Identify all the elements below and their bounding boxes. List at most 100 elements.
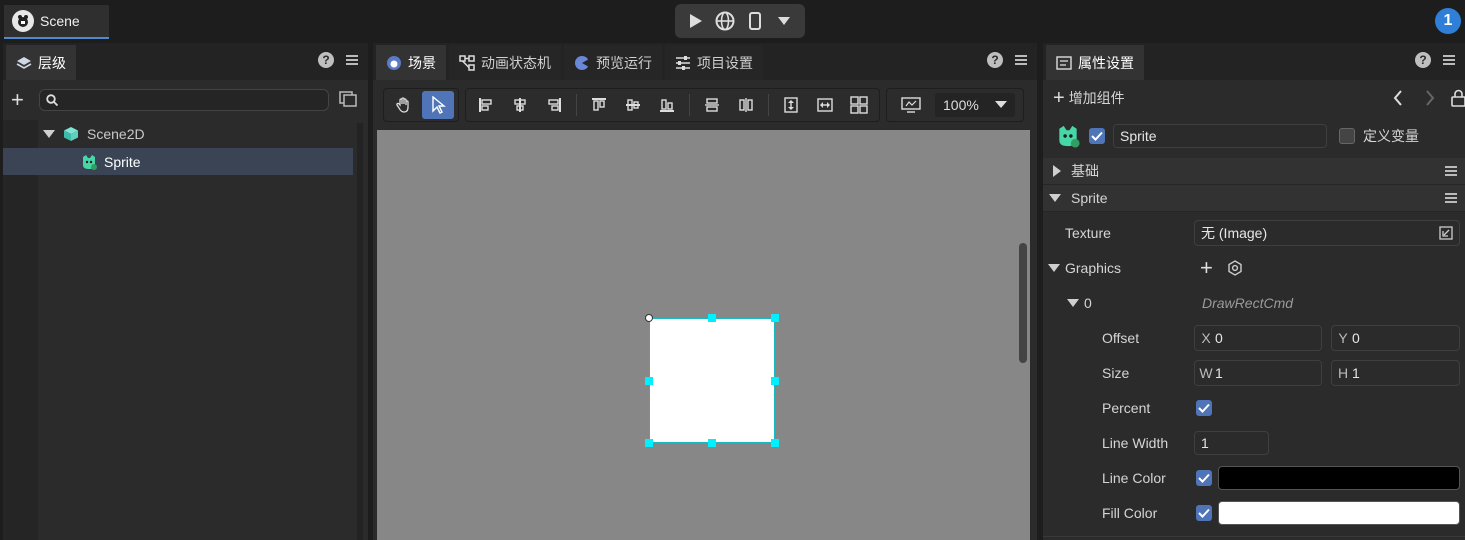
search-input[interactable] (62, 92, 312, 108)
expand-caret-icon[interactable] (43, 129, 55, 138)
align-center-v-icon[interactable] (617, 91, 649, 119)
help-icon[interactable]: ? (1415, 52, 1431, 68)
tab-label: 动画状态机 (481, 54, 551, 71)
zoom-dropdown[interactable]: 100% (935, 93, 1015, 117)
menu-icon[interactable] (346, 55, 358, 65)
resize-handle-left[interactable] (645, 377, 653, 385)
hierarchy-scrollbar[interactable] (357, 123, 363, 540)
pivot-handle[interactable] (645, 314, 653, 322)
fill-color-swatch[interactable] (1218, 500, 1460, 525)
line-color-swatch[interactable] (1218, 465, 1460, 490)
scene-tabs: 场景 动画状态机 预览运行 项目设置 ? (373, 43, 1037, 80)
line-width-row: Line Width 1 (1043, 429, 1465, 456)
grid-icon[interactable] (843, 91, 875, 119)
define-variable-checkbox[interactable] (1339, 128, 1355, 144)
tree-item-label: Sprite (104, 153, 141, 170)
node-name-input[interactable]: Sprite (1113, 124, 1327, 148)
sprite-icon (83, 154, 97, 170)
resize-handle-top[interactable] (708, 314, 716, 322)
menu-icon[interactable] (1015, 55, 1027, 65)
resize-handle-right[interactable] (771, 377, 779, 385)
collapse-caret-icon[interactable] (1048, 263, 1060, 272)
menu-icon[interactable] (1445, 166, 1457, 176)
hierarchy-search[interactable] (39, 89, 329, 111)
tab-properties[interactable]: 属性设置 (1046, 45, 1144, 80)
section-basic[interactable]: 基础 (1043, 158, 1465, 185)
size-row: Size W 1 H 1 (1043, 359, 1465, 386)
globe-icon[interactable] (712, 8, 738, 34)
size-h-field[interactable]: H 1 (1331, 359, 1460, 386)
distribute-vertical-icon[interactable] (696, 91, 728, 119)
texture-picker[interactable]: 无 (Image) (1194, 219, 1460, 246)
line-color-label: Line Color (1102, 469, 1166, 486)
offset-x-field[interactable]: X 0 (1194, 324, 1322, 351)
scene-panel: 场景 动画状态机 预览运行 项目设置 ? 100% (373, 43, 1037, 540)
collapse-all-icon[interactable] (339, 90, 357, 110)
chevron-left-icon[interactable] (1393, 90, 1403, 109)
menu-icon[interactable] (1443, 55, 1455, 65)
scene-canvas[interactable] (377, 130, 1030, 540)
tree-item-sprite[interactable]: Sprite (3, 148, 353, 175)
sprite-node-rect[interactable] (649, 318, 775, 443)
pick-asset-icon[interactable] (1439, 225, 1453, 240)
tab-project-settings[interactable]: 项目设置 (665, 45, 763, 80)
help-icon[interactable]: ? (987, 52, 1003, 68)
preview-run-icon (575, 55, 589, 70)
collapse-caret-icon[interactable] (1067, 298, 1079, 307)
section-sprite[interactable]: Sprite (1043, 185, 1465, 212)
line-width-label: Line Width (1102, 434, 1169, 451)
fit-width-icon[interactable] (809, 91, 841, 119)
chevron-down-icon[interactable] (771, 8, 797, 34)
mobile-device-icon[interactable] (742, 8, 768, 34)
tab-preview[interactable]: 预览运行 (564, 45, 662, 80)
offset-y-field[interactable]: Y 0 (1331, 324, 1460, 351)
scene-toolbar: 100% (383, 88, 1024, 122)
percent-checkbox[interactable] (1196, 399, 1212, 416)
resize-handle-bottom-left[interactable] (645, 439, 653, 447)
axis-y-label: Y (1338, 329, 1348, 346)
select-tool-icon[interactable] (422, 91, 454, 119)
play-icon[interactable] (683, 8, 709, 34)
resize-handle-bottom-right[interactable] (771, 439, 779, 447)
tab-animator[interactable]: 动画状态机 (449, 45, 561, 80)
lock-icon[interactable] (1451, 89, 1465, 110)
fit-height-icon[interactable] (775, 91, 807, 119)
scene-scrollbar[interactable] (1019, 243, 1027, 363)
line-color-checkbox[interactable] (1196, 469, 1212, 486)
graphics-row: Graphics + (1043, 254, 1465, 281)
zoom-value: 100% (943, 97, 979, 113)
tree-item-scene2d[interactable]: Scene2D (3, 120, 353, 147)
layers-icon (16, 56, 32, 69)
graphics-cmd-row: 0 DrawRectCmd (1043, 289, 1465, 316)
menu-icon[interactable] (1445, 193, 1457, 203)
gear-icon[interactable] (1227, 259, 1243, 276)
tab-hierarchy[interactable]: 层级 (6, 45, 76, 80)
size-w-field[interactable]: W 1 (1194, 359, 1322, 386)
fill-color-label: Fill Color (1102, 504, 1158, 521)
notification-badge[interactable]: 1 (1435, 8, 1461, 34)
align-bottom-icon[interactable] (651, 91, 683, 119)
run-controls (675, 4, 805, 38)
document-tab-scene[interactable]: Scene (4, 5, 109, 39)
size-label: Size (1102, 364, 1130, 381)
resize-handle-bottom[interactable] (708, 439, 716, 447)
screen-settings-icon[interactable] (895, 91, 927, 119)
node-active-checkbox[interactable] (1089, 128, 1105, 144)
hand-tool-icon[interactable] (388, 91, 420, 119)
align-center-h-icon[interactable] (504, 91, 536, 119)
help-icon[interactable]: ? (318, 52, 334, 68)
resize-handle-top-right[interactable] (771, 314, 779, 322)
add-component-button[interactable]: + 增加组件 (1053, 88, 1125, 108)
add-graphics-cmd-button[interactable]: + (1200, 256, 1213, 279)
sliders-icon (676, 55, 690, 70)
tab-scene[interactable]: 场景 (376, 45, 446, 80)
line-width-input[interactable]: 1 (1194, 430, 1269, 455)
align-left-icon[interactable] (470, 91, 502, 119)
align-top-icon[interactable] (583, 91, 615, 119)
add-node-button[interactable]: + (11, 89, 29, 111)
align-right-icon[interactable] (538, 91, 570, 119)
distribute-horizontal-icon[interactable] (730, 91, 762, 119)
chevron-right-icon[interactable] (1425, 90, 1435, 109)
texture-row: Texture 无 (Image) (1043, 219, 1465, 246)
fill-color-checkbox[interactable] (1196, 504, 1212, 521)
